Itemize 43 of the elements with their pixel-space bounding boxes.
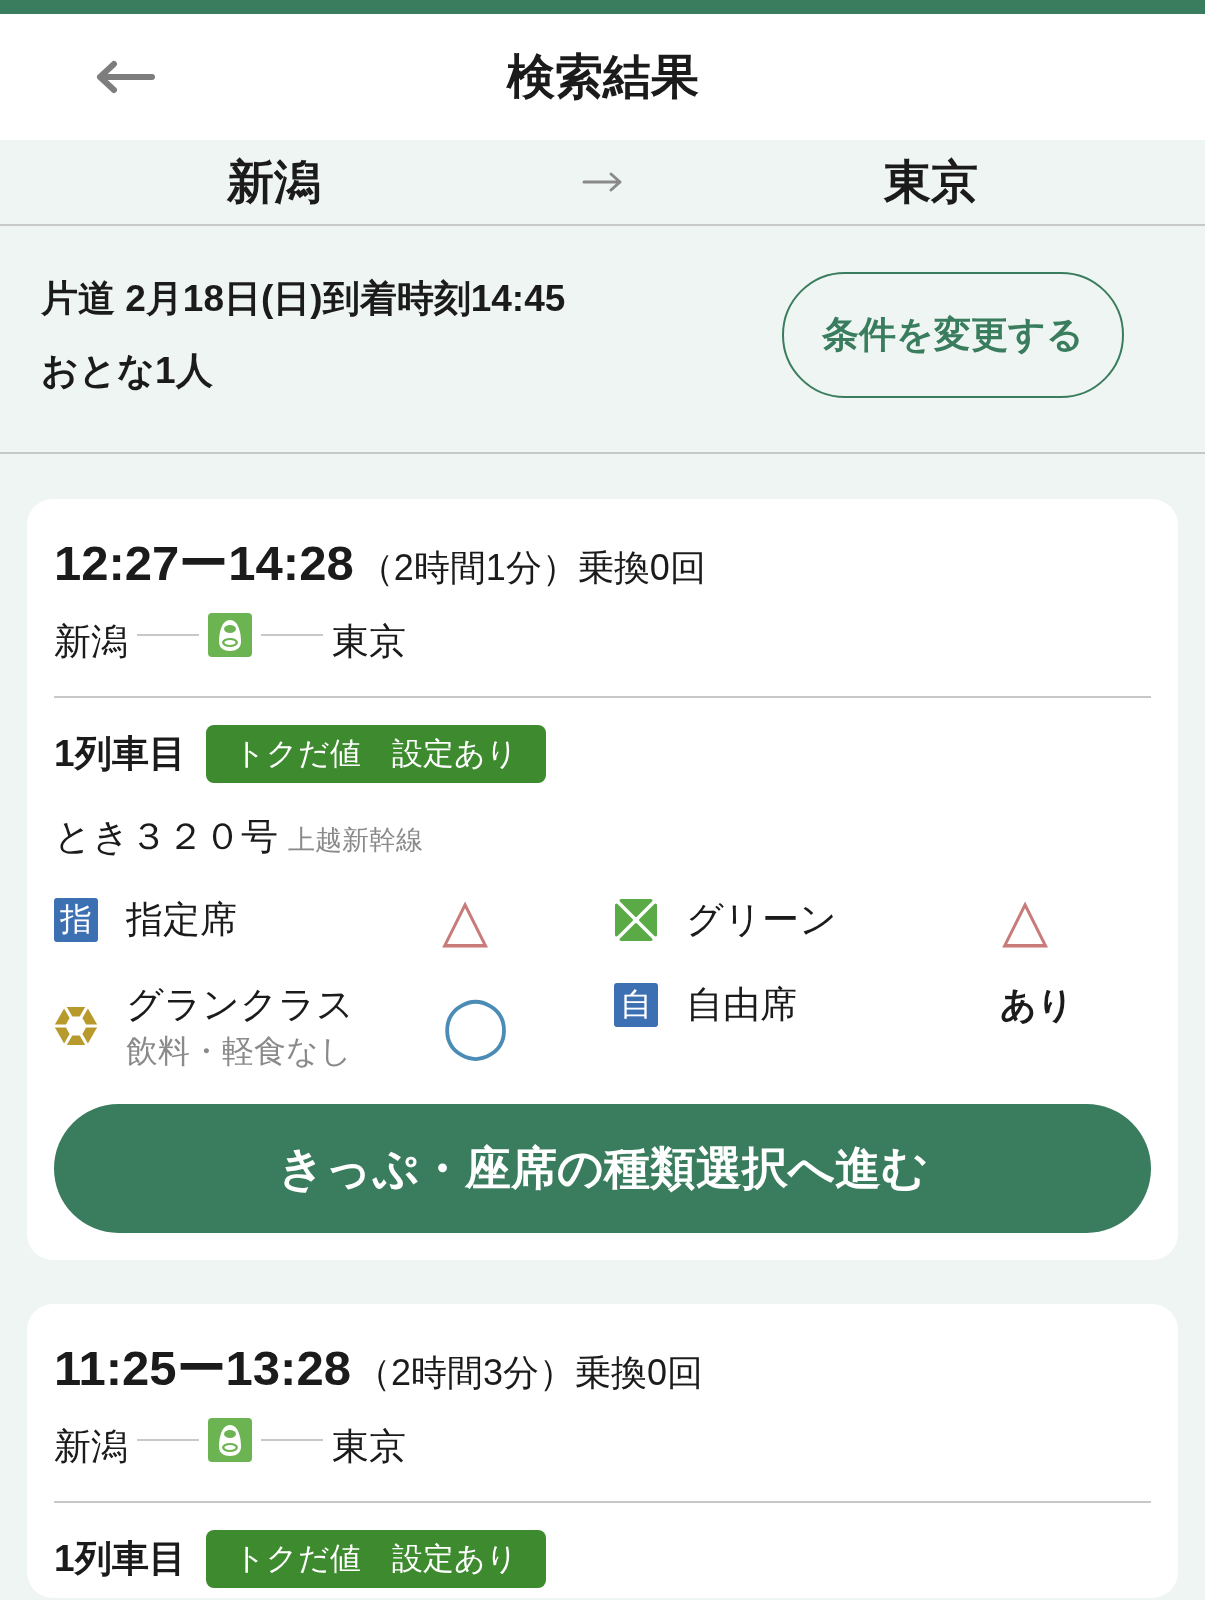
seat-type-badge: 自 [614, 983, 658, 1028]
route-line [261, 634, 323, 636]
discount-badge: トクだ値 設定あり [205, 725, 546, 783]
route-line [261, 1439, 323, 1441]
duration: （2時間3分） [354, 1351, 575, 1395]
seat-class-note: 飲料・軽食なし [126, 1032, 352, 1071]
proceed-button[interactable]: きっぷ・座席の種類選択へ進む [54, 1104, 1151, 1233]
line-name: 上越新幹線 [288, 824, 423, 857]
train-icon [208, 1418, 252, 1462]
time-range: 12:27ー14:28 [54, 535, 354, 591]
train-icon [208, 613, 252, 657]
seat-class-label: 自由席 [686, 983, 797, 1028]
transfer-count: 乗換0回 [575, 1351, 704, 1395]
train-order: 1列車目 [54, 1537, 186, 1581]
train-name: とき３２０号 [54, 815, 278, 859]
seat-class-label: グランクラス [126, 983, 354, 1027]
availability-text: あり [1000, 983, 1074, 1027]
discount-badge: トクだ値 設定あり [205, 1530, 546, 1588]
train-order: 1列車目 [54, 732, 186, 776]
search-condition: おとな1人 [41, 349, 213, 393]
origin-station: 新潟 [226, 153, 321, 210]
seat-class-label: グリーン [686, 898, 837, 942]
transfer-count: 乗換0回 [577, 546, 706, 590]
route-line [137, 1439, 199, 1441]
seat-class-label: 指定席 [126, 898, 237, 942]
seat-type-badge: 指 [54, 898, 98, 942]
availability-mark: △ [1001, 885, 1050, 955]
quartered-square-icon [614, 898, 658, 942]
availability-mark: ◯ [441, 991, 511, 1063]
route-origin: 新潟 [54, 620, 128, 664]
change-conditions-button[interactable]: 条件を変更する [782, 272, 1124, 398]
availability-mark: △ [441, 885, 490, 955]
route-origin: 新潟 [54, 1425, 128, 1469]
destination-station: 東京 [884, 153, 979, 210]
arrow-icon [581, 171, 624, 193]
hexagon-emblem-icon [54, 1006, 98, 1046]
route-line [137, 634, 199, 636]
route-destination: 東京 [332, 1425, 406, 1469]
route-destination: 東京 [332, 620, 406, 664]
screen-title: 検索結果 [506, 49, 699, 105]
time-range: 11:25ー13:28 [54, 1340, 351, 1396]
search-condition: 片道 2月18日(日)到着時刻14:45 [41, 277, 566, 321]
duration: （2時間1分） [357, 546, 578, 590]
